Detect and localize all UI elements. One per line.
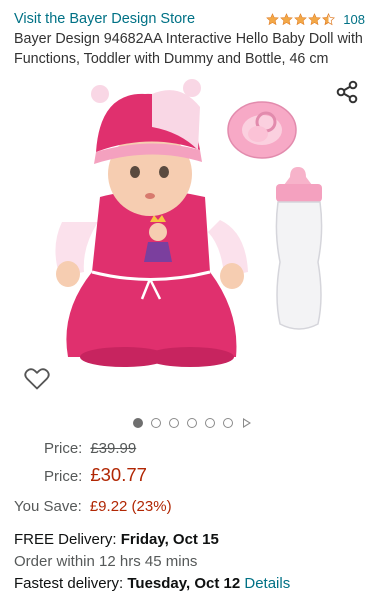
carousel-dot[interactable] [204, 418, 215, 428]
carousel-dot[interactable] [186, 418, 197, 428]
star-full-icon [280, 12, 294, 25]
product-title: Bayer Design 94682AA Interactive Hello B… [14, 31, 363, 67]
heart-outline-icon[interactable] [24, 367, 50, 391]
carousel-dot[interactable] [132, 418, 143, 428]
product-image[interactable] [40, 72, 340, 372]
carousel-dot[interactable] [222, 418, 233, 428]
pacifier-image [227, 101, 297, 159]
savings-label: You Save: [14, 498, 82, 515]
star-rating [266, 12, 336, 26]
image-carousel-indicator [0, 417, 379, 429]
store-header-row: Visit the Bayer Design Store 108 [14, 9, 365, 29]
bottle-image [275, 167, 323, 330]
current-price-label: Price: [44, 468, 83, 485]
doll-image [55, 79, 248, 367]
play-icon[interactable] [242, 418, 251, 428]
star-half-icon [322, 12, 336, 25]
free-delivery-label: FREE Delivery: [14, 531, 121, 548]
delivery-details-link[interactable]: Details [244, 575, 290, 592]
rating-summary[interactable]: 108 [266, 12, 365, 27]
star-full-icon [294, 12, 308, 25]
star-full-icon [308, 12, 322, 25]
fastest-delivery-label: Fastest delivery: [14, 575, 128, 592]
fastest-delivery-date: Tuesday, Oct 12 [127, 575, 241, 592]
savings-row: You Save: £9.22 (23%) [14, 498, 172, 515]
savings-value: £9.22 (23%) [89, 498, 172, 515]
free-delivery-date: Friday, Oct 15 [120, 531, 219, 548]
was-price-label: Price: [44, 440, 83, 457]
visit-store-link[interactable]: Visit the Bayer Design Store [14, 11, 195, 27]
current-price: £30.77 [90, 464, 147, 485]
was-price-row: Price: £39.99 [44, 440, 136, 457]
carousel-dot[interactable] [168, 418, 179, 428]
current-price-row: Price: £30.77 [44, 464, 147, 486]
rating-count[interactable]: 108 [343, 12, 365, 27]
star-full-icon [266, 12, 280, 25]
free-delivery-line: FREE Delivery: Friday, Oct 15 [14, 531, 219, 548]
fastest-delivery-line: Fastest delivery: Tuesday, Oct 12 Detail… [14, 575, 290, 592]
order-within-line: Order within 12 hrs 45 mins [14, 553, 198, 570]
was-price: £39.99 [90, 440, 137, 457]
carousel-dot[interactable] [150, 418, 161, 428]
